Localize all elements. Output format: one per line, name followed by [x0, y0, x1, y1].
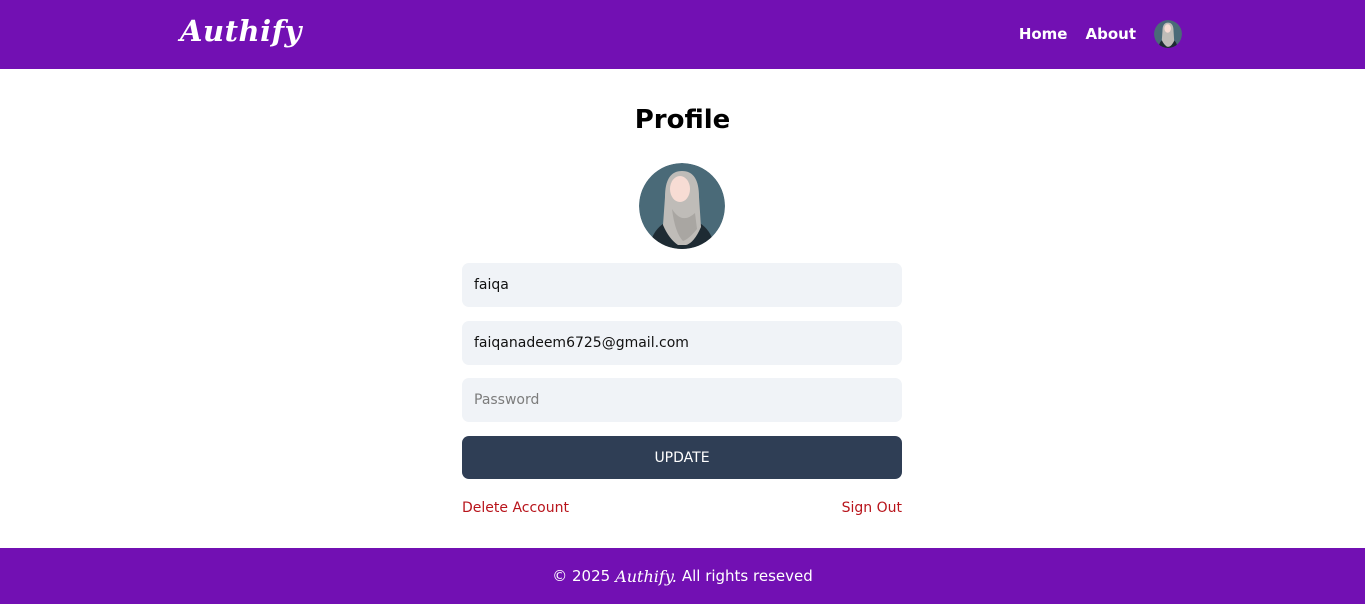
username-field[interactable]: [462, 263, 902, 307]
password-field[interactable]: [462, 378, 902, 422]
footer-rights: All rights reseved: [681, 567, 813, 585]
profile-avatar-icon[interactable]: [639, 163, 725, 249]
nav-home-link[interactable]: Home: [1019, 25, 1068, 43]
user-avatar-icon[interactable]: [1154, 20, 1182, 48]
footer-brand: Authify.: [615, 566, 677, 586]
account-actions: Delete Account Sign Out: [462, 500, 902, 516]
footer: © 2025 Authify. All rights reseved: [0, 548, 1365, 604]
email-field[interactable]: [462, 321, 902, 365]
delete-account-link[interactable]: Delete Account: [462, 500, 569, 516]
brand-logo[interactable]: Authify: [180, 14, 302, 48]
page-title: Profile: [634, 105, 731, 135]
update-button[interactable]: UPDATE: [462, 436, 902, 479]
nav-about-link[interactable]: About: [1085, 25, 1136, 43]
profile-page: Profile UPDATE Delete Account Sign Out: [0, 69, 1365, 548]
top-navbar: Authify Home About: [0, 0, 1365, 69]
footer-copyright: © 2025: [552, 567, 611, 585]
sign-out-link[interactable]: Sign Out: [842, 500, 902, 516]
main-nav: Home About: [1019, 18, 1182, 50]
